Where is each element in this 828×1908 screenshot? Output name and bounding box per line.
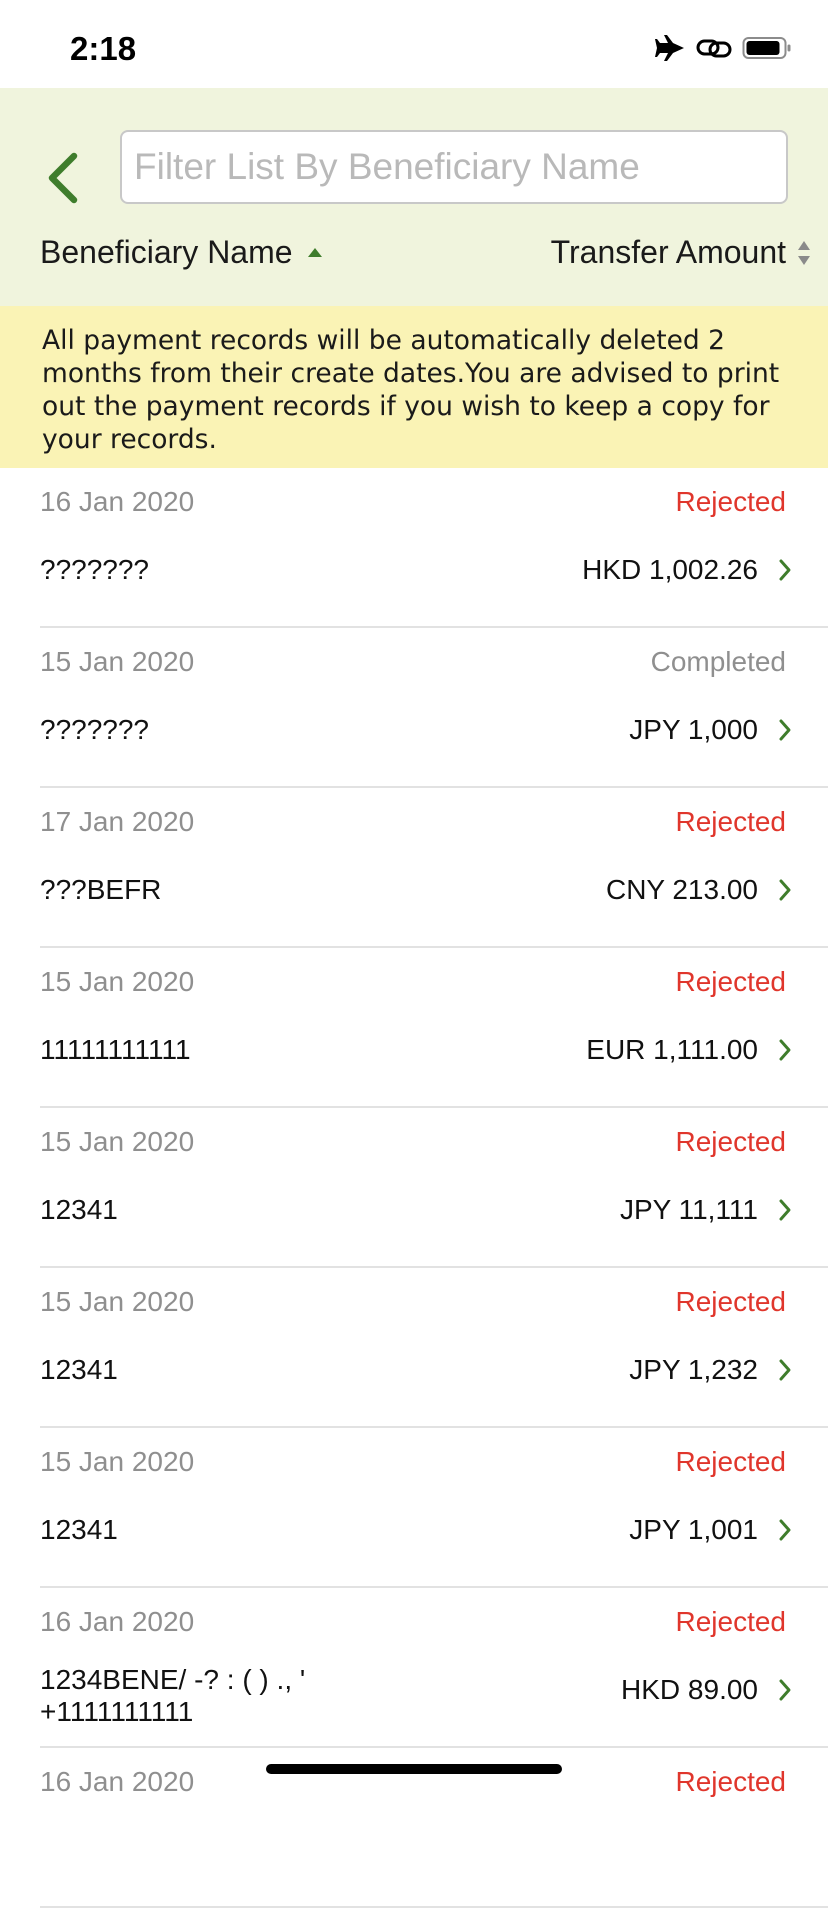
header: Beneficiary Name Transfer Amount (0, 88, 828, 306)
chevron-right-icon (779, 1519, 791, 1541)
beneficiary-name: 12341 (40, 1354, 118, 1385)
beneficiary-name-line1: 1234BENE/ -? : ( ) ., ' (40, 1664, 306, 1695)
record-date: 15 Jan 2020 (40, 1446, 195, 1477)
transfer-amount: JPY 1,001 (629, 1514, 758, 1545)
link-icon (696, 39, 732, 58)
chevron-right-icon (779, 1199, 791, 1221)
record-status: Rejected (675, 1606, 786, 1637)
transfer-amount: EUR 1,111.00 (586, 1034, 758, 1065)
auto-delete-notice: All payment records will be automaticall… (0, 306, 828, 468)
beneficiary-name: 12341 (40, 1194, 118, 1225)
sort-by-name-button[interactable]: Beneficiary Name (40, 234, 323, 271)
battery-icon (742, 37, 791, 59)
record-date: 15 Jan 2020 (40, 1126, 195, 1157)
chevron-right-icon (779, 1679, 791, 1701)
record-row[interactable]: 16 Jan 2020 Rejected ??????? HKD 1,002.2… (0, 468, 828, 628)
record-date: 15 Jan 2020 (40, 1286, 195, 1317)
status-icons (654, 34, 792, 62)
record-date: 17 Jan 2020 (40, 806, 195, 837)
record-status: Rejected (675, 1126, 786, 1157)
record-row[interactable]: 15 Jan 2020 Rejected 12341 JPY 1,001 (0, 1428, 828, 1588)
transfer-amount: HKD 89.00 (621, 1674, 758, 1705)
beneficiary-name: ??????? (40, 714, 150, 745)
chevron-right-icon (779, 879, 791, 901)
beneficiary-name: 1234BENE/ -? : ( ) ., ' +1111111111 (40, 1664, 305, 1728)
transfer-amount: JPY 11,111 (619, 1194, 758, 1225)
record-row[interactable]: 15 Jan 2020 Rejected 12341 JPY 1,232 (0, 1268, 828, 1428)
sort-both-icon (798, 240, 810, 265)
payment-records-list: 16 Jan 2020 Rejected ??????? HKD 1,002.2… (0, 468, 828, 1908)
sort-by-amount-button[interactable]: Transfer Amount (551, 234, 812, 271)
status-bar: 2:18 (0, 0, 828, 88)
record-status: Completed (650, 646, 786, 677)
chevron-right-icon (779, 1039, 791, 1061)
beneficiary-name: ???BEFR (40, 874, 162, 905)
transfer-amount: HKD 1,002.26 (582, 554, 758, 585)
beneficiary-name: 12341 (40, 1514, 118, 1545)
transfer-amount: JPY 1,000 (629, 714, 758, 745)
sort-name-label: Beneficiary Name (40, 234, 293, 270)
record-status: Rejected (675, 966, 786, 997)
sort-amount-label: Transfer Amount (550, 234, 786, 270)
beneficiary-name-line2: +1111111111 (40, 1696, 194, 1727)
status-time: 2:18 (70, 30, 137, 67)
record-row[interactable]: 15 Jan 2020 Rejected 11111111111 EUR 1,1… (0, 948, 828, 1108)
search-input[interactable] (120, 130, 788, 204)
record-date: 15 Jan 2020 (40, 646, 195, 677)
record-date: 16 Jan 2020 (40, 1606, 195, 1637)
record-date: 15 Jan 2020 (40, 966, 195, 997)
chevron-right-icon (779, 559, 791, 581)
record-status: Rejected (675, 806, 786, 837)
beneficiary-name: 11111111111 (40, 1034, 191, 1065)
back-arrow-icon[interactable] (40, 148, 92, 208)
record-row[interactable]: 15 Jan 2020 Completed ??????? JPY 1,000 (0, 628, 828, 788)
record-date: 16 Jan 2020 (40, 1766, 195, 1797)
record-row[interactable]: 15 Jan 2020 Rejected 12341 JPY 11,111 (0, 1108, 828, 1268)
beneficiary-name: ??????? (40, 554, 150, 585)
airplane-icon (655, 35, 684, 61)
transfer-amount: CNY 213.00 (605, 874, 758, 905)
record-status: Rejected (675, 1766, 786, 1797)
record-status: Rejected (675, 486, 786, 517)
record-row[interactable]: 17 Jan 2020 Rejected ???BEFR CNY 213.00 (0, 788, 828, 948)
record-status: Rejected (675, 1446, 786, 1477)
home-indicator (266, 1764, 562, 1774)
chevron-right-icon (779, 1359, 791, 1381)
record-status: Rejected (675, 1286, 786, 1317)
sort-ascending-icon (307, 247, 322, 257)
record-row[interactable]: 16 Jan 2020 Rejected 1234BENE/ -? : ( ) … (0, 1588, 828, 1748)
record-date: 16 Jan 2020 (40, 486, 195, 517)
chevron-right-icon (779, 719, 791, 741)
transfer-amount: JPY 1,232 (629, 1354, 758, 1385)
